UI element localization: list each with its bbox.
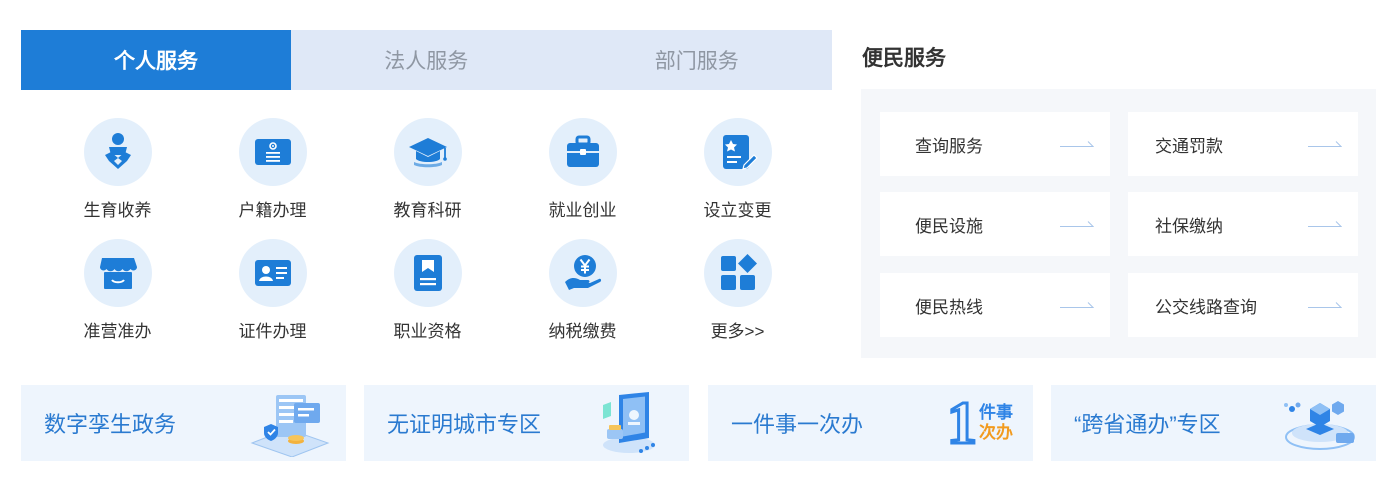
convenience-services-title: 便民服务 — [862, 47, 946, 70]
service-household-registration[interactable]: 户籍办理 — [195, 118, 350, 221]
service-childbirth-adoption[interactable]: 生育收养 — [40, 118, 195, 221]
logo-text-top: 件事 — [979, 403, 1013, 422]
tab-personal-services[interactable]: 个人服务 — [21, 30, 291, 90]
banner-label: 数字孪生政务 — [44, 412, 177, 437]
service-label: 职业资格 — [393, 322, 462, 341]
banner-digital-twin[interactable]: 数字孪生政务 — [21, 385, 346, 461]
briefcase-icon — [566, 135, 599, 167]
tab-department-services[interactable]: 部门服务 — [562, 30, 833, 90]
graduation-cap-icon — [408, 138, 447, 168]
service-label: 准营准办 — [83, 322, 152, 341]
service-business-permit[interactable]: 准营准办 — [40, 239, 195, 342]
service-establishment-change[interactable]: 设立变更 — [660, 118, 815, 221]
banner-label: “跨省通办”专区 — [1074, 412, 1221, 437]
tab-legal-entity-services[interactable]: 法人服务 — [291, 30, 562, 90]
service-icon-circle — [238, 118, 307, 186]
convenience-item-query[interactable]: 查询服务 — [880, 112, 1110, 176]
banner-label: 一件事一次办 — [731, 412, 864, 437]
convenience-item-label: 公交线路查询 — [1155, 297, 1257, 317]
convenience-item-label: 便民热线 — [915, 297, 983, 317]
convenience-item-social-security[interactable]: 社保缴纳 — [1128, 192, 1358, 256]
service-icon-circle — [83, 118, 152, 186]
convenience-item-hotline[interactable]: 便民热线 — [880, 273, 1110, 337]
service-education-research[interactable]: 教育科研 — [350, 118, 505, 221]
arrow-right-icon — [1060, 302, 1094, 308]
service-icon-circle — [703, 239, 772, 307]
service-tax-payment[interactable]: 纳税缴费 — [505, 239, 660, 342]
convenience-item-label: 社保缴纳 — [1155, 216, 1223, 236]
yuan-coin-hand-icon — [564, 255, 601, 290]
logo-digit: 1 — [946, 390, 979, 456]
service-label: 就业创业 — [548, 201, 617, 220]
arrow-right-icon — [1060, 221, 1094, 227]
service-icon-circle — [83, 239, 152, 307]
logo-text-bottom: 次办 — [979, 423, 1013, 442]
arrow-right-icon — [1308, 302, 1342, 308]
personal-services-grid: 生育收养 户籍办理 教育科研 就业创业 设立变更 准营准办 证件办理 职业资格 … — [40, 118, 820, 342]
baby-icon — [104, 133, 131, 169]
convenience-item-label: 交通罚款 — [1155, 136, 1223, 156]
convenience-item-bus-route[interactable]: 公交线路查询 — [1128, 273, 1358, 337]
arrow-right-icon — [1308, 221, 1342, 227]
service-document-processing[interactable]: 证件办理 — [195, 239, 350, 342]
service-label: 证件办理 — [238, 322, 307, 341]
service-icon-circle — [238, 239, 307, 307]
storefront-icon — [99, 258, 137, 289]
convenience-item-traffic-fine[interactable]: 交通罚款 — [1128, 112, 1358, 176]
service-label: 纳税缴费 — [548, 322, 617, 341]
service-icon-circle — [548, 118, 617, 186]
convenience-item-label: 查询服务 — [915, 136, 983, 156]
logo-text: 件事 次办 — [979, 403, 1013, 443]
service-label: 更多>> — [710, 322, 765, 341]
banner-proof-free-city[interactable]: 无证明城市专区 — [364, 385, 689, 461]
service-tabs: 个人服务 法人服务 部门服务 — [21, 30, 832, 90]
service-professional-qualification[interactable]: 职业资格 — [350, 239, 505, 342]
service-icon-circle — [393, 239, 462, 307]
service-icon-circle — [393, 118, 462, 186]
certificate-edit-icon — [722, 135, 758, 170]
service-more-link[interactable]: 更多>> — [660, 239, 815, 342]
convenience-item-facilities[interactable]: 便民设施 — [880, 192, 1110, 256]
bookmark-doc-icon — [413, 255, 442, 291]
cross-province-illustration — [1284, 401, 1355, 450]
service-employment-entrepreneurship[interactable]: 就业创业 — [505, 118, 660, 221]
id-card-icon — [254, 260, 291, 286]
convenience-item-label: 便民设施 — [915, 216, 983, 236]
digital-twin-illustration — [250, 395, 330, 457]
arrow-right-icon — [1308, 141, 1342, 147]
service-label: 设立变更 — [703, 201, 772, 220]
convenience-services-panel: 查询服务 交通罚款 便民设施 社保缴纳 便民热线 公交线路查询 — [861, 89, 1376, 358]
banner-one-thing-once[interactable]: 一件事一次办 1 件事 次办 — [708, 385, 1033, 461]
household-register-icon — [254, 139, 291, 165]
banner-label: 无证明城市专区 — [387, 412, 542, 437]
service-label: 教育科研 — [393, 201, 462, 220]
service-label: 户籍办理 — [238, 201, 307, 220]
service-icon-circle — [703, 118, 772, 186]
banner-cross-province[interactable]: “跨省通办”专区 — [1051, 385, 1376, 461]
service-label: 生育收养 — [83, 201, 152, 220]
more-apps-icon — [720, 254, 757, 290]
service-icon-circle — [548, 239, 617, 307]
one-thing-once-logo: 1 件事 次办 — [937, 389, 1023, 457]
arrow-right-icon — [1060, 141, 1094, 147]
proof-free-city-illustration — [603, 392, 655, 453]
